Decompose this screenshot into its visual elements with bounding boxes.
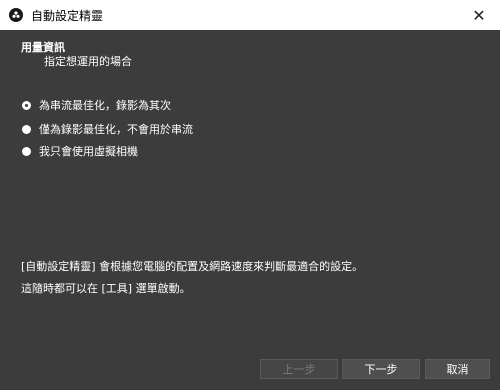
next-button[interactable]: 下一步 [342,359,420,379]
back-button[interactable]: 上一步 [260,359,338,379]
info-text-2: 這隨時都可以在 [工具] 選單啟動。 [21,282,191,295]
option-record-label: 僅為錄影最佳化，不會用於串流 [39,123,193,136]
cancel-button[interactable]: 取消 [425,359,490,379]
window-title: 自動設定精靈 [31,8,104,23]
option-stream-label: 為串流最佳化，錄影為其次 [39,99,171,112]
page-subtitle: 指定想運用的場合 [44,55,132,68]
title-bar: 自動設定精靈 ✕ [0,0,500,30]
option-record[interactable]: 僅為錄影最佳化，不會用於串流 [22,121,193,137]
option-stream[interactable]: 為串流最佳化，錄影為其次 [22,97,171,113]
obs-icon [9,8,23,22]
radio-virtual-camera[interactable] [22,146,31,156]
info-text-1: [自動設定精靈] 會根據您電腦的配置及網路速度來判斷最適合的設定。 [21,260,364,273]
close-icon: ✕ [472,5,486,25]
option-virtual-camera-label: 我只會使用虛擬相機 [39,145,138,158]
radio-record[interactable] [22,124,31,134]
option-virtual-camera[interactable]: 我只會使用虛擬相機 [22,143,138,159]
radio-stream[interactable] [22,100,31,110]
close-button[interactable]: ✕ [458,0,500,30]
